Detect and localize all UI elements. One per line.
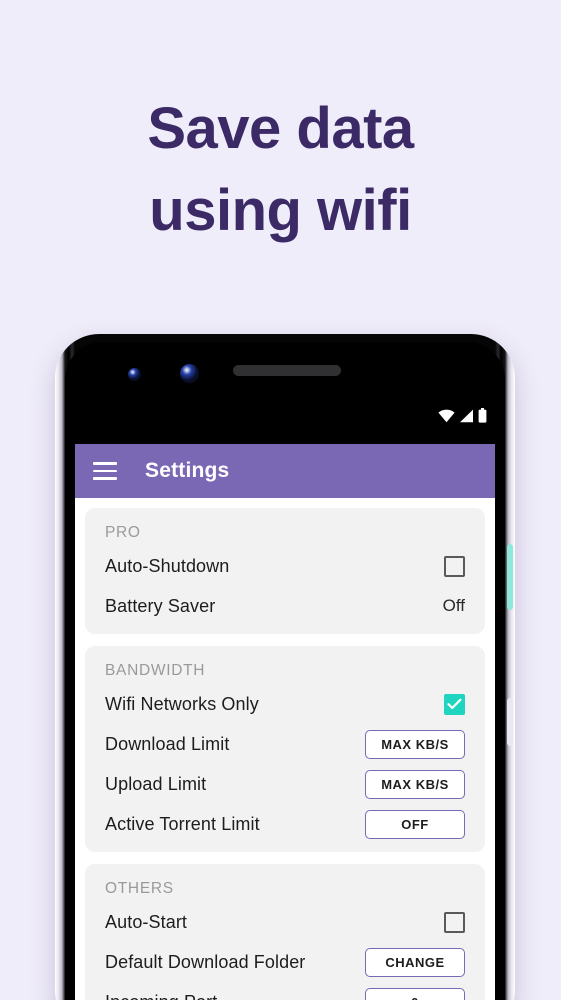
setting-row-default-download-folder[interactable]: Default Download Folder CHANGE: [85, 942, 485, 982]
status-bar-icons: [438, 408, 487, 423]
front-camera-icon: [128, 368, 141, 381]
setting-label: Auto-Shutdown: [105, 555, 230, 576]
setting-label: Upload Limit: [105, 773, 207, 794]
setting-label: Download Limit: [105, 733, 230, 754]
phone-mockup: Settings PRO Auto-Shutdown Battery Saver…: [55, 334, 515, 1000]
setting-row-upload-limit[interactable]: Upload Limit MAX KB/S: [85, 764, 485, 804]
setting-row-wifi-networks-only[interactable]: Wifi Networks Only: [85, 684, 485, 724]
setting-row-auto-start[interactable]: Auto-Start: [85, 902, 485, 942]
front-camera-secondary-icon: [180, 364, 199, 383]
setting-row-auto-shutdown[interactable]: Auto-Shutdown: [85, 546, 485, 586]
setting-label: Auto-Start: [105, 911, 188, 932]
promo-screenshot: Save data using wifi Settings PRO Auto-S…: [0, 0, 561, 1000]
incoming-port-button[interactable]: 0: [365, 987, 465, 1000]
active-torrent-limit-button[interactable]: OFF: [365, 809, 465, 839]
auto-start-checkbox[interactable]: [444, 911, 465, 933]
power-button[interactable]: [507, 698, 513, 746]
wifi-icon: [438, 409, 455, 423]
auto-shutdown-checkbox[interactable]: [444, 555, 465, 577]
upload-limit-button[interactable]: MAX KB/S: [365, 769, 465, 799]
default-download-folder-button[interactable]: CHANGE: [365, 947, 465, 977]
setting-label: Wifi Networks Only: [105, 693, 259, 714]
headline-line-2: using wifi: [149, 178, 412, 244]
status-bar: [65, 342, 505, 444]
section-title: OTHERS: [105, 880, 174, 897]
phone-screen-bezel: Settings PRO Auto-Shutdown Battery Saver…: [65, 342, 505, 1000]
headline-line-1: Save data: [147, 96, 414, 161]
setting-label: Active Torrent Limit: [105, 813, 260, 834]
settings-section-bandwidth: BANDWIDTH Wifi Networks Only Download Li…: [85, 646, 485, 852]
app-screen: Settings PRO Auto-Shutdown Battery Saver…: [75, 444, 495, 1000]
setting-row-battery-saver[interactable]: Battery Saver Off: [85, 586, 485, 626]
volume-button[interactable]: [507, 544, 513, 610]
section-title: PRO: [105, 524, 141, 541]
checkmark-icon: [447, 698, 462, 710]
setting-row-incoming-port[interactable]: Incoming Port 0: [85, 982, 485, 1000]
earpiece-speaker: [233, 365, 341, 376]
section-title: BANDWIDTH: [105, 662, 206, 679]
battery-saver-value: Off: [442, 596, 465, 615]
battery-icon: [478, 408, 487, 423]
cellular-signal-icon: [459, 409, 474, 423]
download-limit-button[interactable]: MAX KB/S: [365, 729, 465, 759]
app-bar: Settings: [75, 444, 495, 498]
setting-row-download-limit[interactable]: Download Limit MAX KB/S: [85, 724, 485, 764]
app-bar-title: Settings: [145, 459, 230, 482]
settings-section-pro: PRO Auto-Shutdown Battery Saver Off: [85, 508, 485, 634]
setting-label: Default Download Folder: [105, 951, 306, 972]
setting-label: Incoming Port: [105, 992, 217, 1000]
hamburger-menu-icon[interactable]: [93, 462, 117, 480]
settings-list: PRO Auto-Shutdown Battery Saver Off BAND…: [75, 498, 495, 1000]
page-title: Save data using wifi: [0, 88, 561, 253]
settings-section-others: OTHERS Auto-Start Default Download Folde…: [85, 864, 485, 1000]
setting-row-active-torrent-limit[interactable]: Active Torrent Limit OFF: [85, 804, 485, 844]
setting-label: Battery Saver: [105, 595, 216, 616]
wifi-networks-only-checkbox[interactable]: [444, 693, 465, 715]
